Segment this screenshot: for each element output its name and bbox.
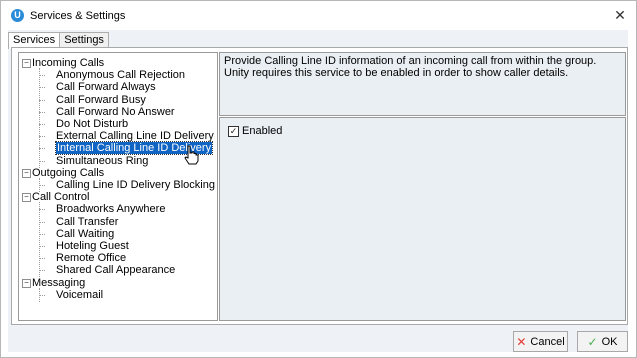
- ok-button[interactable]: ✓ OK: [577, 331, 628, 352]
- tree-group[interactable]: Call Control: [32, 191, 89, 203]
- tree-item[interactable]: Call Forward Busy: [56, 94, 146, 106]
- tree-connector: [39, 287, 40, 302]
- tree-expander-icon[interactable]: −: [22, 59, 31, 68]
- description-text: Provide Calling Line ID information of a…: [224, 55, 597, 79]
- tree-item[interactable]: Call Transfer: [56, 216, 118, 228]
- cancel-x-icon: ✕: [516, 334, 527, 349]
- tree-item[interactable]: Call Forward Always: [56, 81, 156, 93]
- app-icon: U: [11, 9, 24, 22]
- tree-item[interactable]: Calling Line ID Delivery Blocking: [56, 179, 215, 191]
- services-tree[interactable]: − Incoming Calls Anonymous Call Rejection C…: [18, 52, 218, 321]
- cancel-button-label: Cancel: [530, 335, 565, 348]
- cancel-button[interactable]: ✕ Cancel: [513, 331, 568, 352]
- tree-connector: [39, 68, 40, 168]
- tree-item[interactable]: Simultaneous Ring: [56, 155, 148, 167]
- window-title: Services & Settings: [30, 10, 126, 22]
- ok-check-icon: ✓: [587, 334, 598, 349]
- tree-item[interactable]: Anonymous Call Rejection: [56, 69, 185, 81]
- tree-item[interactable]: External Calling Line ID Delivery: [56, 130, 214, 142]
- tree-item[interactable]: Broadworks Anywhere: [56, 203, 165, 215]
- title-bar: U Services & Settings ✕: [1, 1, 636, 31]
- enabled-label: Enabled: [242, 125, 283, 137]
- hand-cursor-icon: [184, 145, 199, 165]
- tree-item[interactable]: Call Forward No Answer: [56, 106, 175, 118]
- service-detail-panel: ✓ Enabled: [219, 117, 626, 321]
- tree-item[interactable]: Voicemail: [56, 289, 103, 301]
- tree-item[interactable]: Do Not Disturb: [56, 118, 128, 130]
- tree-expander-icon[interactable]: −: [22, 168, 31, 178]
- tab-settings[interactable]: Settings: [59, 32, 109, 48]
- enabled-checkbox[interactable]: ✓: [228, 126, 239, 137]
- close-icon[interactable]: ✕: [612, 7, 628, 23]
- ok-button-label: OK: [601, 335, 618, 348]
- tree-expander-icon[interactable]: −: [22, 278, 31, 288]
- tree-item[interactable]: Remote Office: [56, 252, 126, 264]
- tree-expander-icon[interactable]: −: [22, 193, 31, 203]
- tree-group[interactable]: Incoming Calls: [32, 57, 104, 69]
- tree-item[interactable]: Hoteling Guest: [56, 240, 129, 252]
- tab-strip: Services Settings: [8, 32, 109, 49]
- tree-item[interactable]: Call Waiting: [56, 228, 114, 240]
- tree-connector: [39, 202, 40, 278]
- tree-group[interactable]: Outgoing Calls: [32, 167, 104, 179]
- tree-item[interactable]: Shared Call Appearance: [56, 264, 175, 276]
- service-description: Provide Calling Line ID information of a…: [219, 52, 626, 116]
- tree-connector: [39, 177, 40, 193]
